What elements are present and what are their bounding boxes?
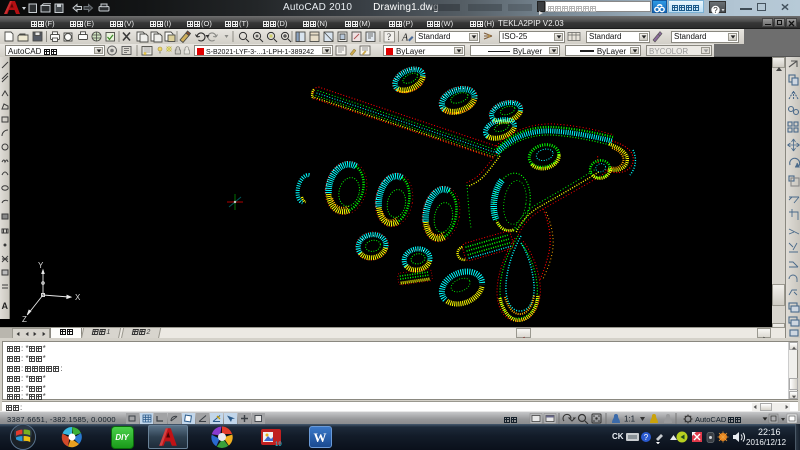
svg-text:?: ? (644, 433, 649, 442)
svg-text:?: ? (713, 6, 718, 15)
svg-text:1:1: 1:1 (624, 415, 636, 424)
svg-text:Z: Z (22, 315, 27, 324)
svg-text:A: A (401, 33, 409, 44)
svg-text:19: 19 (275, 442, 282, 448)
svg-text:X: X (75, 293, 81, 302)
svg-text:A: A (2, 301, 9, 311)
svg-text:?: ? (387, 32, 391, 42)
svg-text:Y: Y (38, 261, 44, 270)
